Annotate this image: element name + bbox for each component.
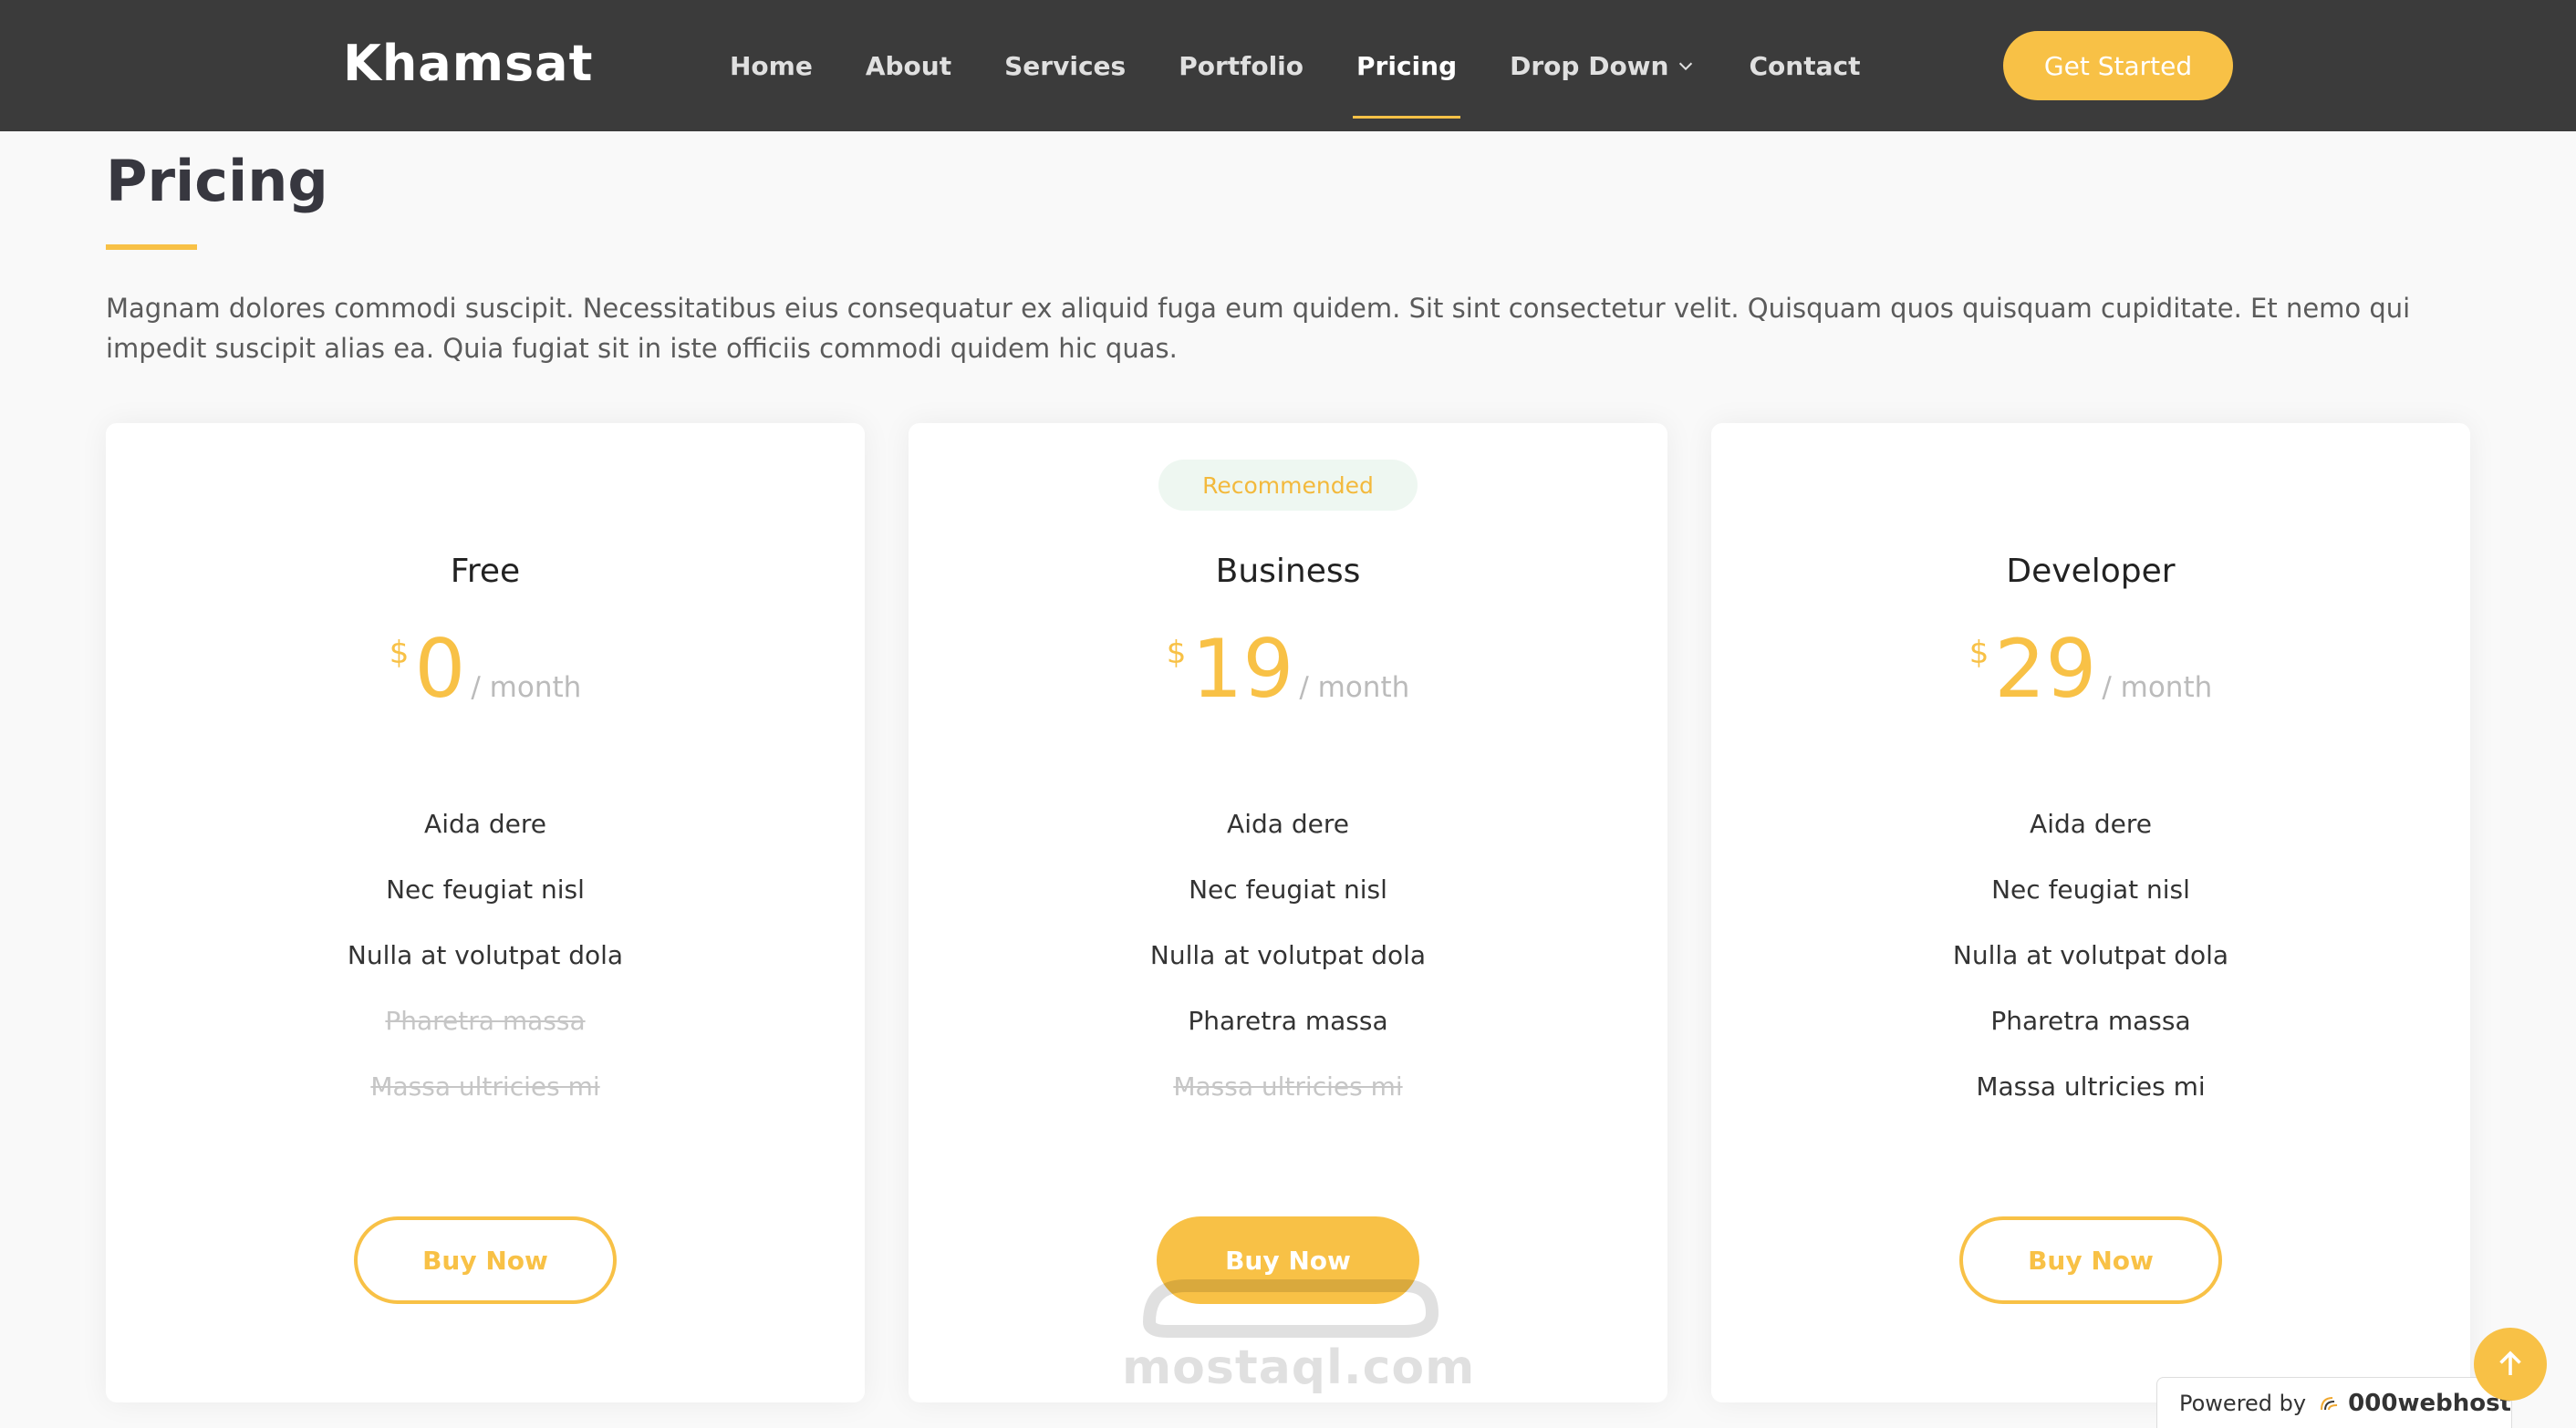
nav-home[interactable]: Home bbox=[730, 0, 813, 131]
site-header: Khamsat Home About Services Portfolio Pr… bbox=[0, 0, 2576, 131]
price-period: / month bbox=[1299, 671, 1410, 704]
nav-portfolio-label: Portfolio bbox=[1179, 50, 1304, 81]
feature-item: Pharetra massa bbox=[1188, 1006, 1388, 1036]
price-period: / month bbox=[2102, 671, 2213, 704]
site-logo[interactable]: Khamsat bbox=[343, 33, 593, 95]
recommended-badge: Recommended bbox=[1158, 460, 1418, 511]
plan-price: $0/ month bbox=[106, 624, 865, 715]
feature-list: Aida dere Nec feugiat nisl Nulla at volu… bbox=[909, 792, 1667, 1120]
plan-price: $29/ month bbox=[1711, 624, 2470, 715]
plan-name: Free bbox=[450, 553, 521, 590]
plan-name: Business bbox=[1215, 553, 1361, 590]
feature-item-unavailable: Massa ultricies mi bbox=[370, 1071, 600, 1102]
title-accent-bar bbox=[106, 244, 197, 250]
price-amount: 0 bbox=[414, 622, 466, 716]
feature-item: Aida dere bbox=[2030, 809, 2152, 839]
nav-contact-label: Contact bbox=[1749, 50, 1861, 81]
price-period: / month bbox=[471, 671, 582, 704]
powered-by-badge[interactable]: Powered by 000webhost bbox=[2156, 1377, 2512, 1428]
active-nav-indicator bbox=[1353, 116, 1461, 119]
nav-dropdown[interactable]: Drop Down bbox=[1510, 0, 1696, 131]
price-currency: $ bbox=[1968, 635, 1989, 671]
nav-about[interactable]: About bbox=[866, 0, 951, 131]
powered-by-label: Powered by bbox=[2179, 1390, 2307, 1416]
feature-item: Nulla at volutpat dola bbox=[1149, 940, 1427, 970]
back-to-top-button[interactable] bbox=[2474, 1328, 2547, 1401]
feature-item: Aida dere bbox=[1227, 809, 1349, 839]
main-nav: Home About Services Portfolio Pricing Dr… bbox=[730, 0, 1913, 131]
webhost-logo-icon bbox=[2321, 1396, 2338, 1410]
nav-pricing[interactable]: Pricing bbox=[1353, 0, 1461, 131]
nav-services[interactable]: Services bbox=[1004, 0, 1126, 131]
price-currency: $ bbox=[1166, 635, 1187, 671]
host-name: 000webhost bbox=[2348, 1389, 2511, 1417]
feature-item-unavailable: Massa ultricies mi bbox=[1173, 1071, 1403, 1102]
feature-item-unavailable: Pharetra massa bbox=[385, 1006, 586, 1036]
pricing-card-free: Free $0/ month Aida dere Nec feugiat nis… bbox=[106, 423, 865, 1402]
page-title: Pricing bbox=[106, 148, 328, 214]
section-description: Magnam dolores commodi suscipit. Necessi… bbox=[106, 293, 2411, 364]
nav-dropdown-label: Drop Down bbox=[1510, 50, 1669, 81]
feature-item: Nec feugiat nisl bbox=[1189, 874, 1387, 905]
feature-item: Aida dere bbox=[424, 809, 546, 839]
nav-home-label: Home bbox=[730, 50, 813, 81]
pricing-card-developer: Developer $29/ month Aida dere Nec feugi… bbox=[1711, 423, 2470, 1402]
nav-services-label: Services bbox=[1004, 50, 1127, 81]
nav-contact[interactable]: Contact bbox=[1749, 0, 1860, 131]
feature-item: Massa ultricies mi bbox=[1976, 1071, 2206, 1102]
feature-item: Nulla at volutpat dola bbox=[1952, 940, 2229, 970]
pricing-card-business: Recommended Business $19/ month Aida der… bbox=[909, 423, 1667, 1402]
feature-item: Nec feugiat nisl bbox=[1991, 874, 2190, 905]
plan-name: Developer bbox=[2006, 553, 2176, 590]
price-currency: $ bbox=[389, 635, 410, 671]
price-amount: 29 bbox=[1994, 622, 2097, 716]
buy-now-button-free[interactable]: Buy Now bbox=[354, 1216, 617, 1304]
get-started-button[interactable]: Get Started bbox=[2003, 31, 2233, 100]
feature-item: Nulla at volutpat dola bbox=[347, 940, 624, 970]
feature-item: Nec feugiat nisl bbox=[386, 874, 585, 905]
chevron-down-icon bbox=[1679, 62, 1693, 71]
buy-now-button-business[interactable]: Buy Now bbox=[1157, 1216, 1419, 1304]
feature-list: Aida dere Nec feugiat nisl Nulla at volu… bbox=[106, 792, 865, 1120]
price-amount: 19 bbox=[1191, 622, 1294, 716]
feature-list: Aida dere Nec feugiat nisl Nulla at volu… bbox=[1711, 792, 2470, 1120]
buy-now-button-developer[interactable]: Buy Now bbox=[1959, 1216, 2222, 1304]
nav-about-label: About bbox=[865, 50, 952, 81]
nav-pricing-label: Pricing bbox=[1356, 50, 1458, 81]
feature-item: Pharetra massa bbox=[1990, 1006, 2191, 1036]
plan-price: $19/ month bbox=[909, 624, 1667, 715]
arrow-up-icon bbox=[2499, 1350, 2521, 1375]
nav-portfolio[interactable]: Portfolio bbox=[1179, 0, 1304, 131]
